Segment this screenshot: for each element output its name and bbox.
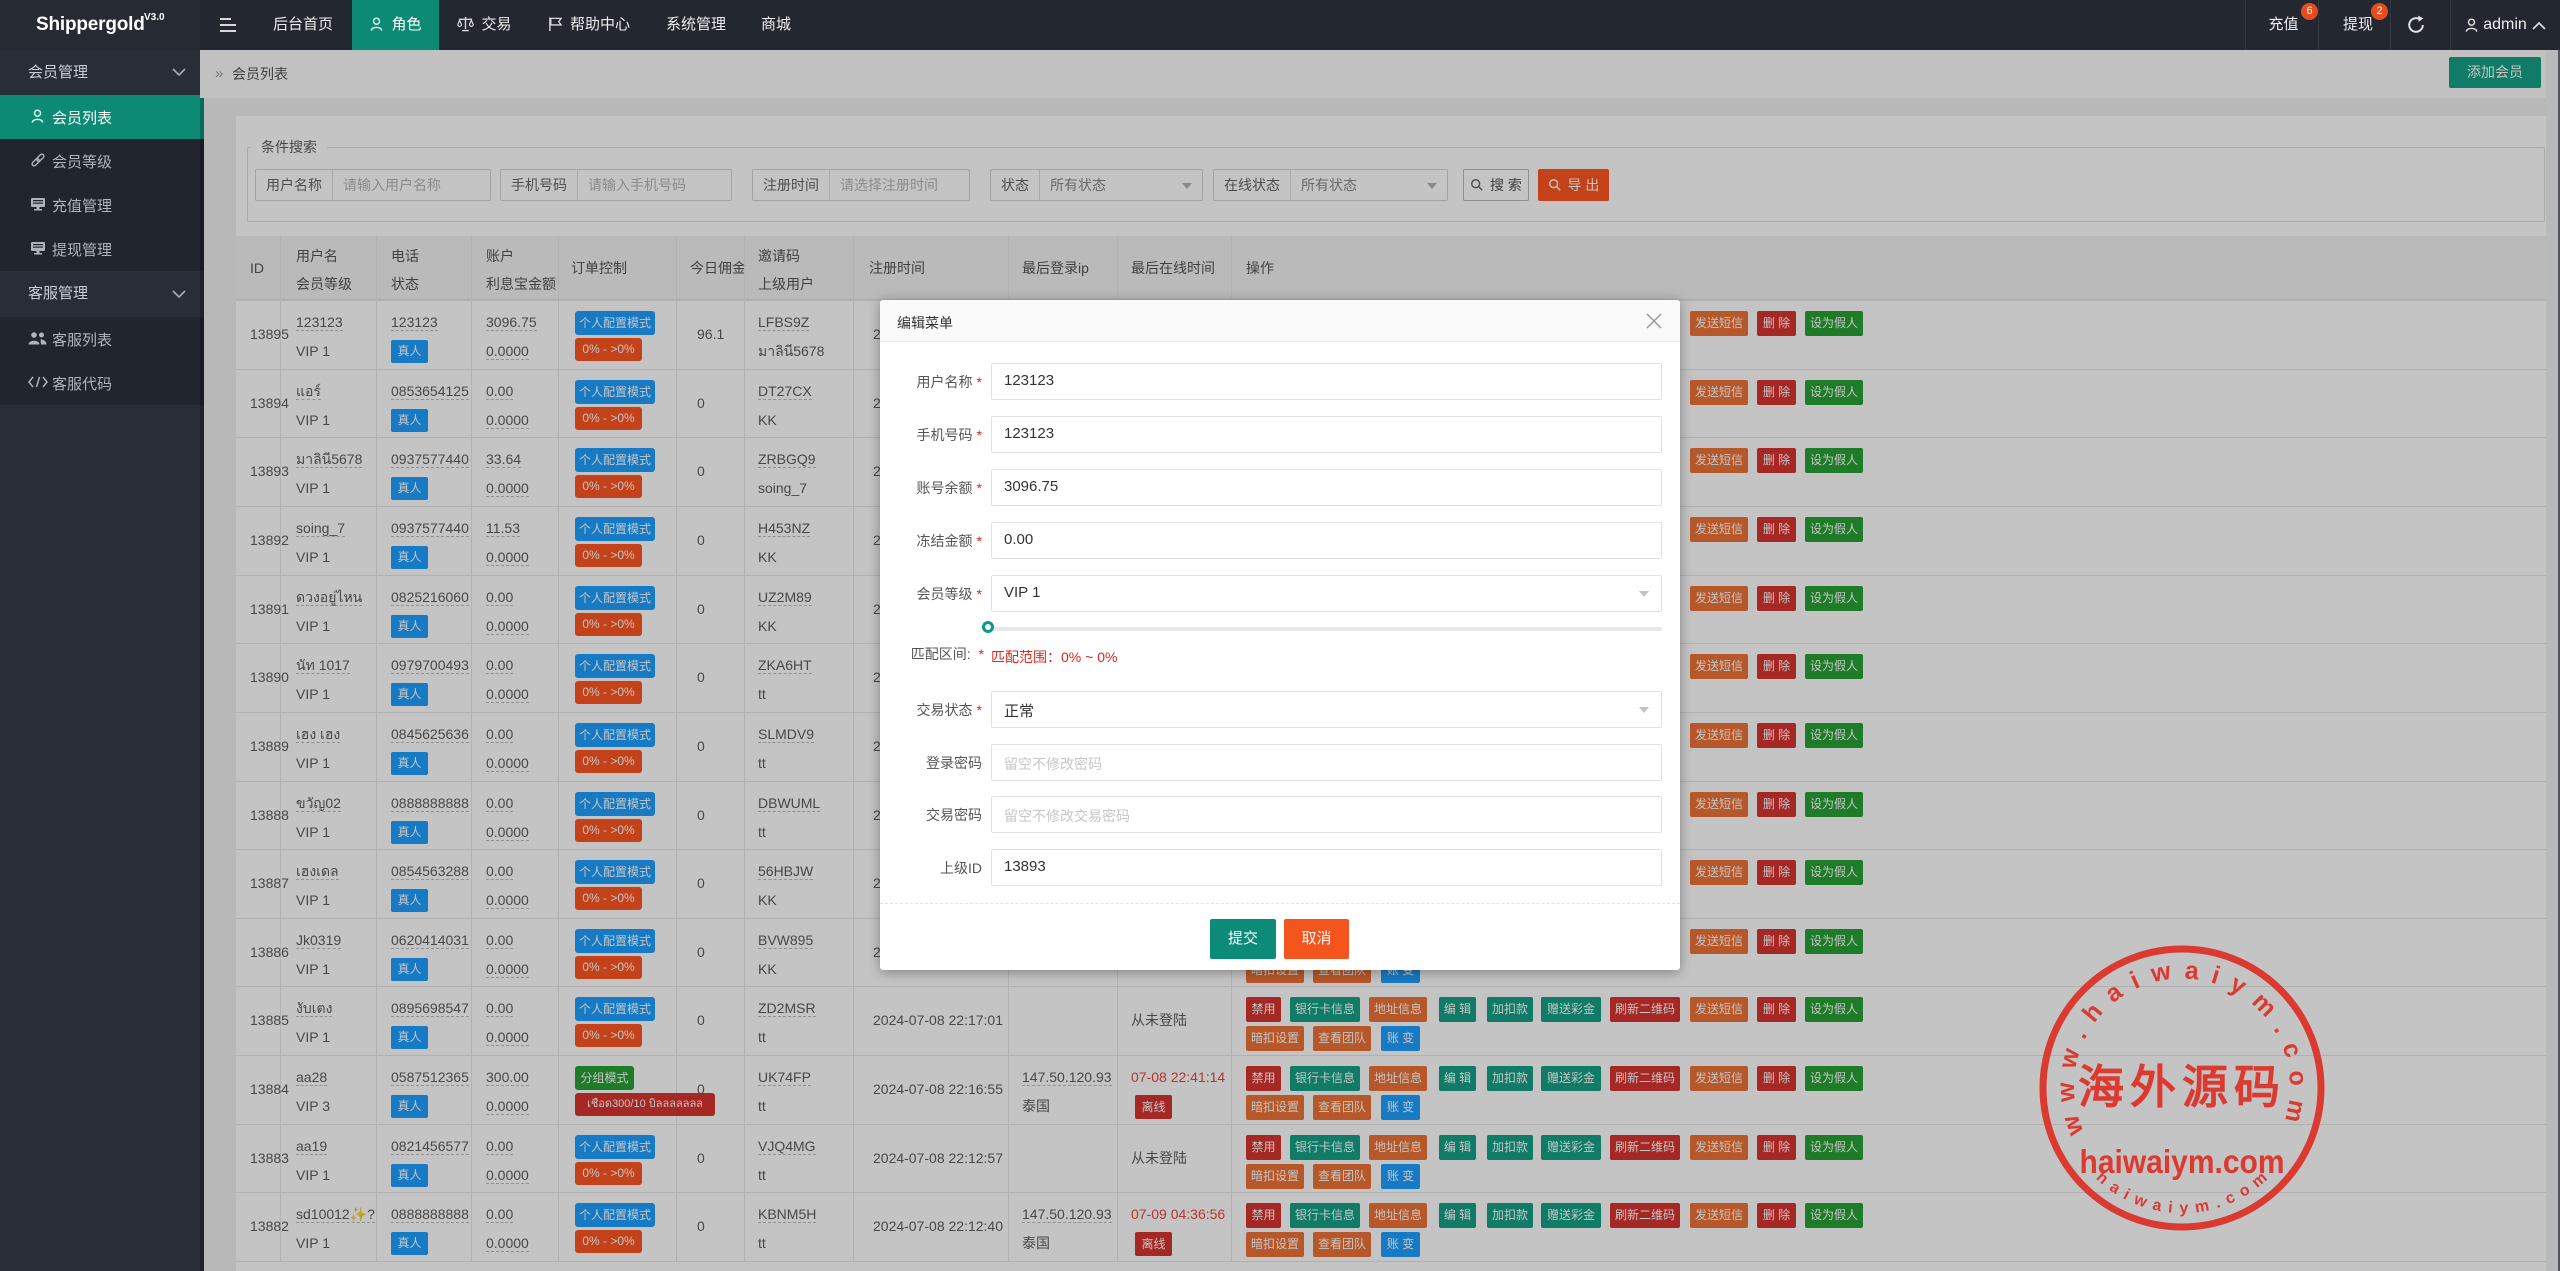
svg-text:海外源码: 海外源码 <box>2078 1062 2286 1113</box>
